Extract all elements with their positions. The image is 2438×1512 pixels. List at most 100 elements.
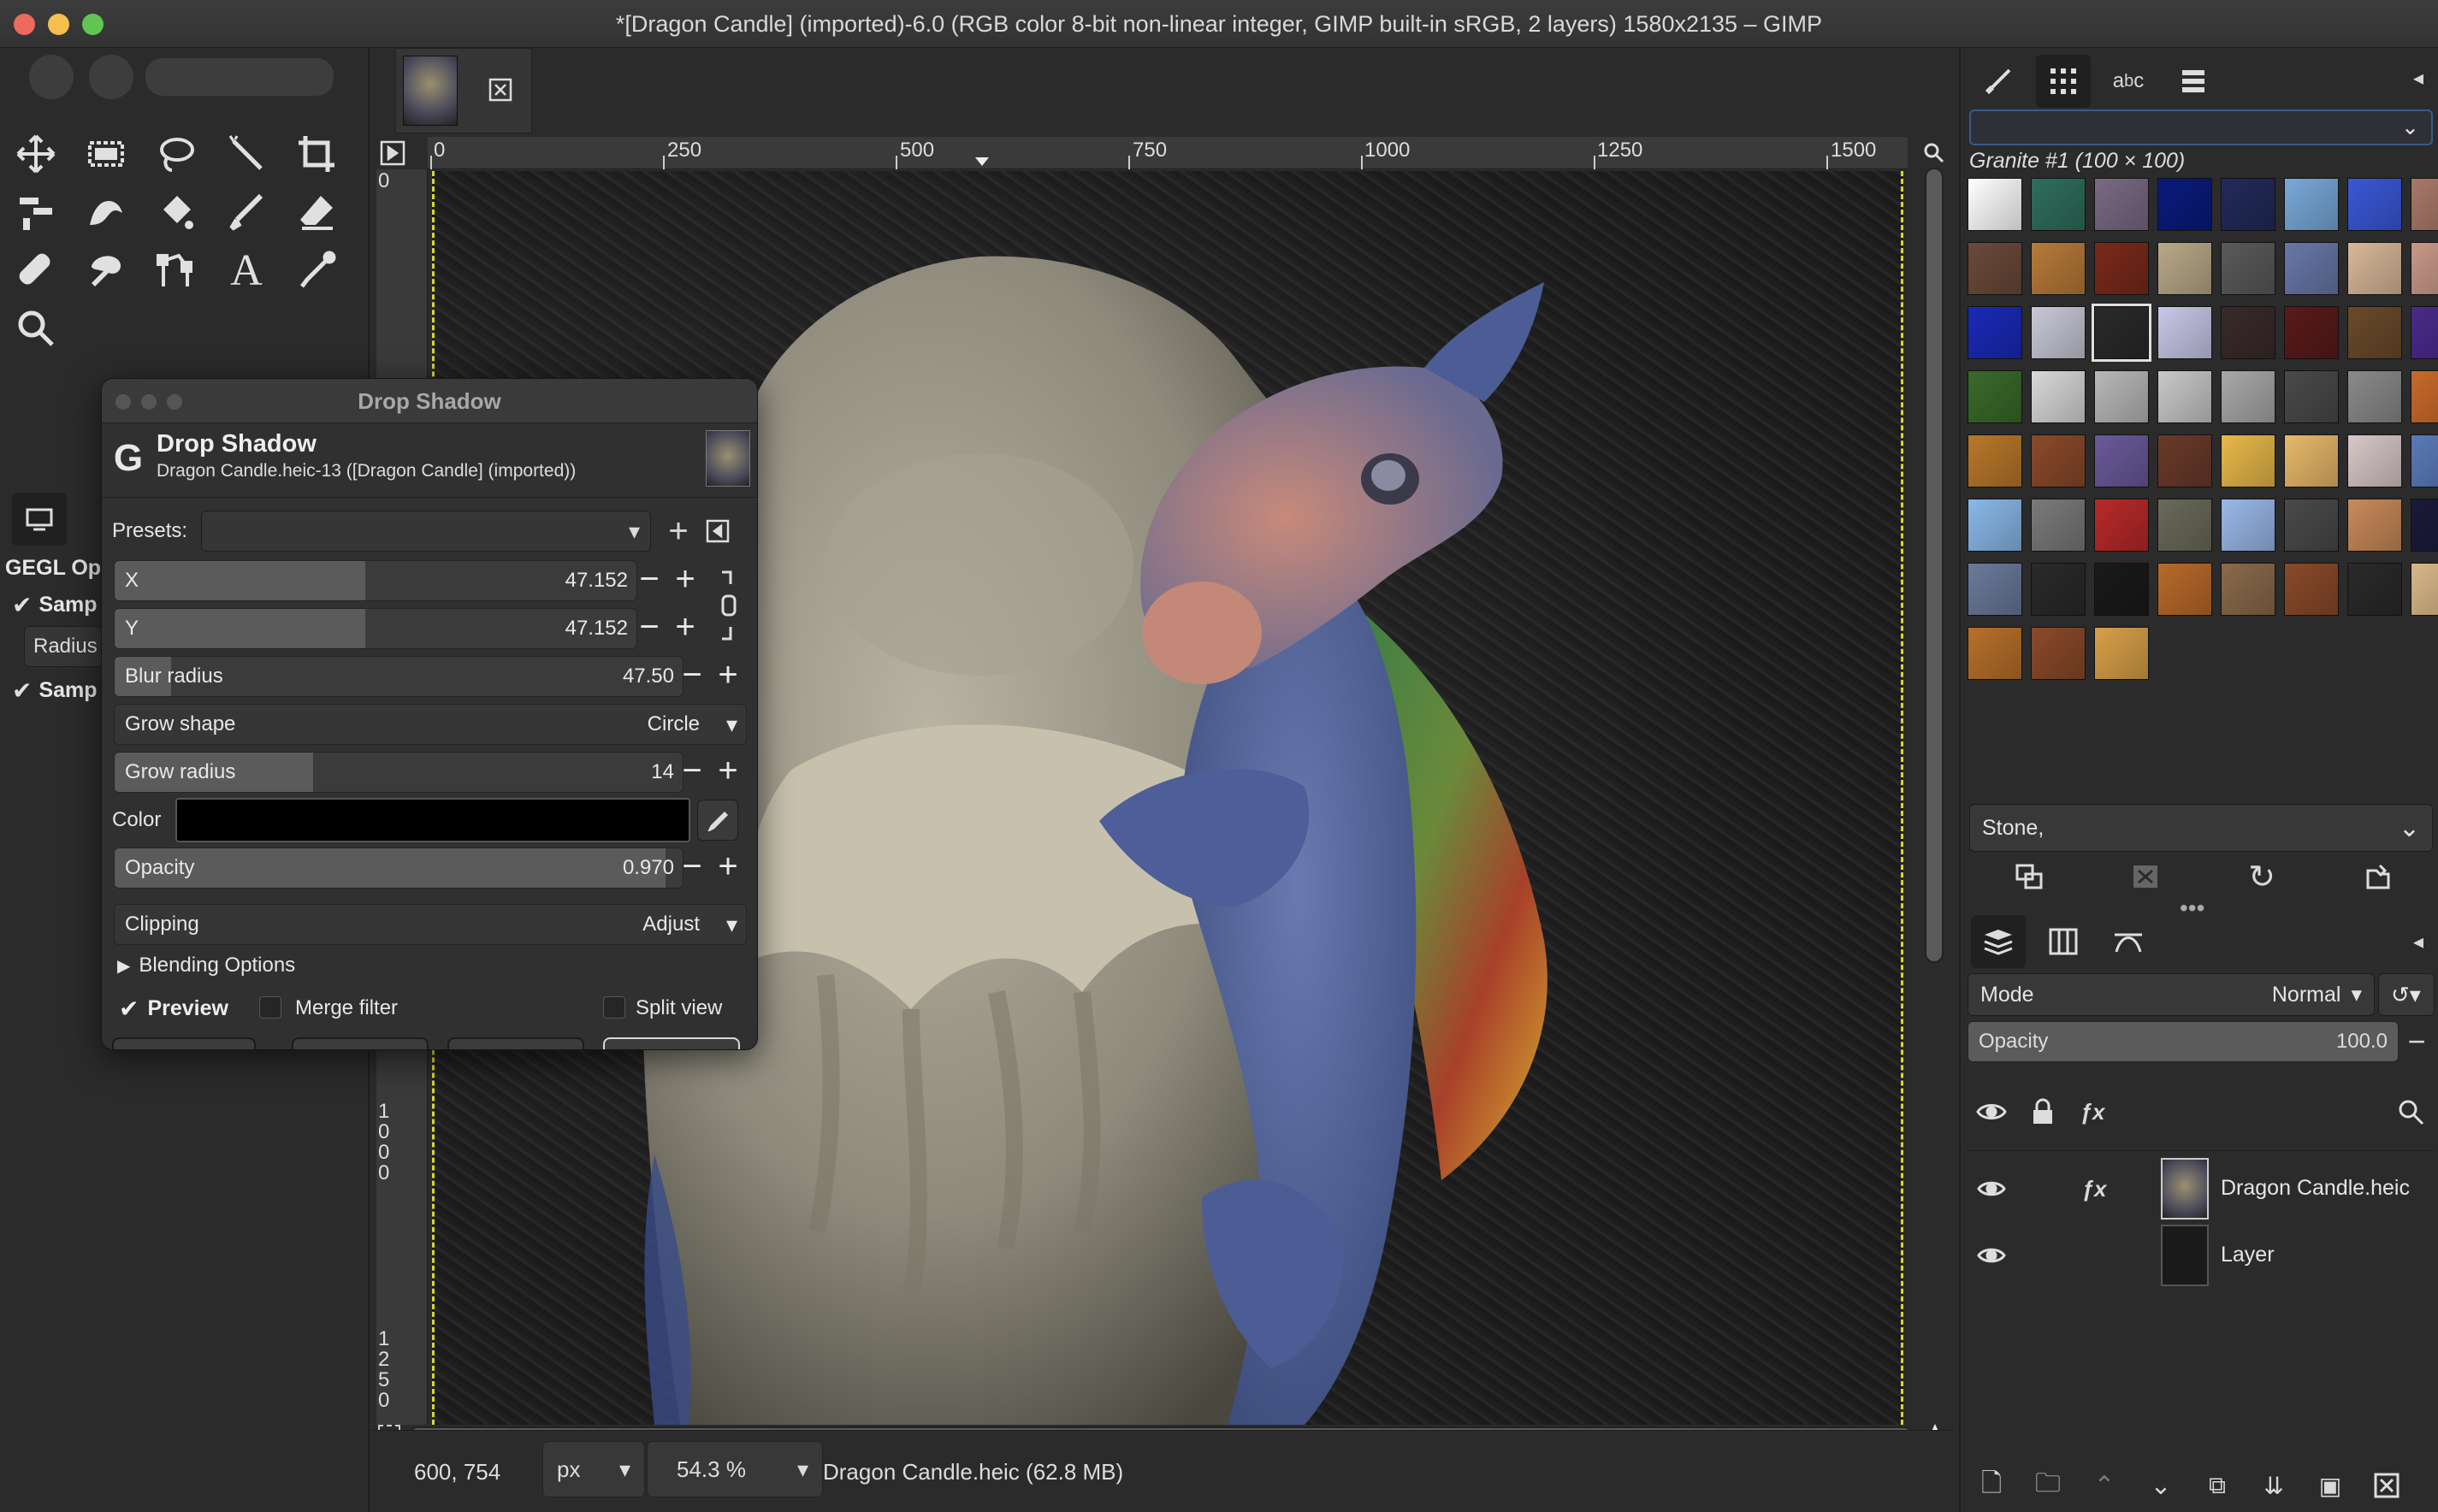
quick-mask-menu-icon[interactable] — [378, 139, 407, 168]
dialog-close-button[interactable] — [115, 394, 131, 410]
pattern-swatch[interactable] — [2284, 563, 2339, 616]
composite-mode-selector[interactable]: ↺▾ — [2378, 973, 2435, 1016]
pattern-swatch[interactable] — [2347, 434, 2402, 487]
pattern-swatch[interactable] — [2031, 499, 2086, 552]
pattern-swatch[interactable] — [2411, 499, 2438, 552]
pattern-tag-filter[interactable]: Stone, ⌄ — [1969, 804, 2433, 852]
warp-tool-icon[interactable] — [79, 185, 133, 239]
pattern-swatch[interactable] — [1968, 499, 2022, 552]
layer-row-layer[interactable]: Layer — [1966, 1221, 2435, 1288]
pattern-swatch[interactable] — [2157, 434, 2212, 487]
layer-mode-selector[interactable]: Mode Normal ▾ — [1968, 973, 2375, 1016]
pattern-swatch[interactable] — [1968, 434, 2022, 487]
pattern-swatch[interactable] — [2284, 370, 2339, 423]
pattern-swatch[interactable] — [1968, 306, 2022, 359]
pattern-swatch[interactable] — [2031, 370, 2086, 423]
duplicate-pattern-icon[interactable] — [2005, 855, 2053, 898]
grow-radius-decrease-button[interactable]: − — [675, 752, 709, 793]
fuzzy-select-tool-icon[interactable] — [219, 127, 274, 181]
blending-options-expander[interactable]: ▶ Blending Options — [117, 947, 295, 984]
decrease-opacity-icon[interactable]: − — [2400, 1021, 2433, 1062]
pattern-swatch[interactable] — [2157, 370, 2212, 423]
channels-tab-icon[interactable] — [2036, 915, 2091, 968]
pattern-swatch[interactable] — [2284, 242, 2339, 295]
unit-selector[interactable]: px ▾ — [542, 1441, 645, 1497]
layer-row-dragon-candle[interactable]: ƒx Dragon Candle.heic — [1966, 1155, 2435, 1221]
pattern-swatch[interactable] — [2031, 178, 2086, 231]
ok-button[interactable]: OK — [603, 1037, 740, 1049]
close-tab-icon[interactable] — [487, 76, 514, 103]
paths-tab-icon[interactable] — [2101, 915, 2156, 968]
y-decrease-button[interactable]: − — [632, 608, 666, 649]
search-layers-icon[interactable] — [2390, 1091, 2431, 1132]
pattern-swatch[interactable] — [2031, 627, 2086, 680]
zoom-selector[interactable]: 54.3 % ▾ — [647, 1441, 823, 1497]
new-layer-icon[interactable]: 🗋 — [1973, 1466, 2010, 1505]
pattern-swatch[interactable] — [2411, 242, 2438, 295]
x-decrease-button[interactable]: − — [632, 560, 666, 601]
pattern-swatch[interactable] — [2411, 178, 2438, 231]
pattern-swatch[interactable] — [2221, 242, 2275, 295]
pattern-swatch[interactable] — [2411, 306, 2438, 359]
fonts-tab-icon[interactable]: abc — [2101, 55, 2156, 108]
pattern-swatch[interactable] — [2157, 242, 2212, 295]
open-pattern-as-image-icon[interactable] — [2354, 855, 2402, 898]
pattern-swatch[interactable] — [1968, 370, 2022, 423]
pattern-swatch[interactable] — [2094, 499, 2149, 552]
pattern-swatch[interactable] — [2157, 563, 2212, 616]
pattern-swatch[interactable] — [2221, 178, 2275, 231]
visibility-eye-icon[interactable] — [1971, 1235, 2012, 1276]
pattern-swatch[interactable] — [2347, 563, 2402, 616]
eraser-tool-icon[interactable] — [289, 185, 344, 239]
merge-filter-checkbox[interactable] — [259, 996, 281, 1019]
new-layer-group-icon[interactable]: 🗀 — [2029, 1466, 2067, 1505]
raise-layer-icon[interactable]: ⌃ — [2086, 1466, 2123, 1505]
pattern-swatch[interactable] — [2347, 306, 2402, 359]
pattern-swatch[interactable] — [2221, 306, 2275, 359]
move-tool-icon[interactable] — [9, 127, 63, 181]
heal-tool-icon[interactable] — [9, 243, 63, 298]
grow-radius-field[interactable]: Grow radius 14 — [114, 752, 683, 793]
y-increase-button[interactable]: + — [668, 608, 702, 649]
delete-layer-icon[interactable] — [2368, 1466, 2405, 1505]
pattern-swatch[interactable] — [2411, 563, 2438, 616]
pattern-swatch[interactable] — [2157, 499, 2212, 552]
dock-handle[interactable]: ••• — [2180, 895, 2204, 922]
chain-link-icon[interactable] — [714, 564, 743, 647]
presets-dropdown[interactable]: ▾ — [201, 511, 651, 552]
preset-menu-icon[interactable] — [701, 512, 735, 550]
paintbrush-tool-icon[interactable] — [219, 185, 274, 239]
opacity-decrease-button[interactable]: − — [675, 848, 709, 889]
visibility-eye-icon[interactable] — [1971, 1168, 2012, 1209]
bucket-fill-tool-icon[interactable] — [149, 185, 204, 239]
y-offset-field[interactable]: Y 47.152 — [114, 608, 637, 649]
radius-field[interactable]: Radius — [24, 626, 103, 667]
pattern-swatch[interactable] — [1968, 178, 2022, 231]
merge-layer-icon[interactable]: ⇊ — [2255, 1466, 2293, 1505]
opacity-field[interactable]: Opacity 0.970 — [114, 848, 683, 889]
pattern-swatch[interactable] — [1968, 242, 2022, 295]
crop-tool-icon[interactable] — [289, 127, 344, 181]
pattern-swatch[interactable] — [2284, 434, 2339, 487]
grow-radius-increase-button[interactable]: + — [711, 752, 745, 793]
duplicate-layer-icon[interactable]: ⧉ — [2198, 1466, 2236, 1505]
lower-layer-icon[interactable]: ⌄ — [2142, 1466, 2180, 1505]
refresh-patterns-icon[interactable]: ↻ — [2238, 855, 2286, 898]
configure-tab-icon[interactable]: ◂ — [2405, 65, 2431, 91]
add-mask-icon[interactable]: ▣ — [2311, 1466, 2349, 1505]
blur-increase-button[interactable]: + — [711, 656, 745, 697]
cancel-button[interactable]: Cancel — [447, 1037, 584, 1049]
layer-name[interactable]: Dragon Candle.heic — [2221, 1155, 2410, 1221]
paths-tool-icon[interactable] — [149, 243, 204, 298]
pattern-swatch[interactable] — [2157, 306, 2212, 359]
smudge-tool-icon[interactable] — [79, 243, 133, 298]
pattern-swatch[interactable] — [2094, 370, 2149, 423]
x-offset-field[interactable]: X 47.152 — [114, 560, 637, 601]
pattern-swatch[interactable] — [2347, 242, 2402, 295]
zoom-tool-icon[interactable] — [9, 301, 63, 356]
pattern-swatch[interactable] — [2284, 178, 2339, 231]
image-tab[interactable] — [395, 48, 532, 133]
pattern-swatch[interactable] — [2031, 242, 2086, 295]
pattern-swatch[interactable] — [2221, 370, 2275, 423]
pattern-swatch[interactable] — [1968, 627, 2022, 680]
